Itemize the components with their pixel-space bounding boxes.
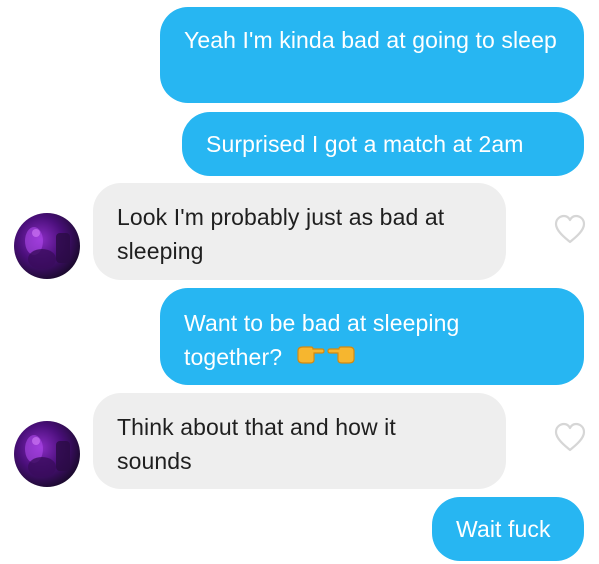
message-text: Think about that and how it sounds	[117, 414, 396, 474]
pointing-right-emoji-icon	[295, 340, 325, 374]
heart-outline-icon[interactable]	[553, 421, 587, 453]
message-text: Yeah I'm kinda bad at going to sleep	[184, 27, 557, 53]
message-text: Wait fuck	[456, 516, 551, 542]
heart-outline-icon[interactable]	[553, 213, 587, 245]
avatar[interactable]	[14, 213, 80, 279]
message-text: Look I'm probably just as bad at sleepin…	[117, 204, 445, 264]
message-text: Surprised I got a match at 2am	[206, 131, 524, 157]
outgoing-message-1[interactable]: Yeah I'm kinda bad at going to sleep	[160, 7, 584, 103]
incoming-message-3[interactable]: Look I'm probably just as bad at sleepin…	[93, 183, 506, 280]
outgoing-message-2[interactable]: Surprised I got a match at 2am	[182, 112, 584, 176]
pointing-left-emoji-icon	[326, 340, 357, 374]
profile-photo-icon	[25, 227, 70, 269]
avatar[interactable]	[14, 421, 80, 487]
profile-photo-icon	[25, 435, 70, 477]
outgoing-message-4[interactable]: Want to be bad at sleeping together?	[160, 288, 584, 385]
chat-thread: Yeah I'm kinda bad at going to sleep Sur…	[0, 0, 599, 564]
incoming-message-5[interactable]: Think about that and how it sounds	[93, 393, 506, 489]
outgoing-message-6[interactable]: Wait fuck	[432, 497, 584, 561]
